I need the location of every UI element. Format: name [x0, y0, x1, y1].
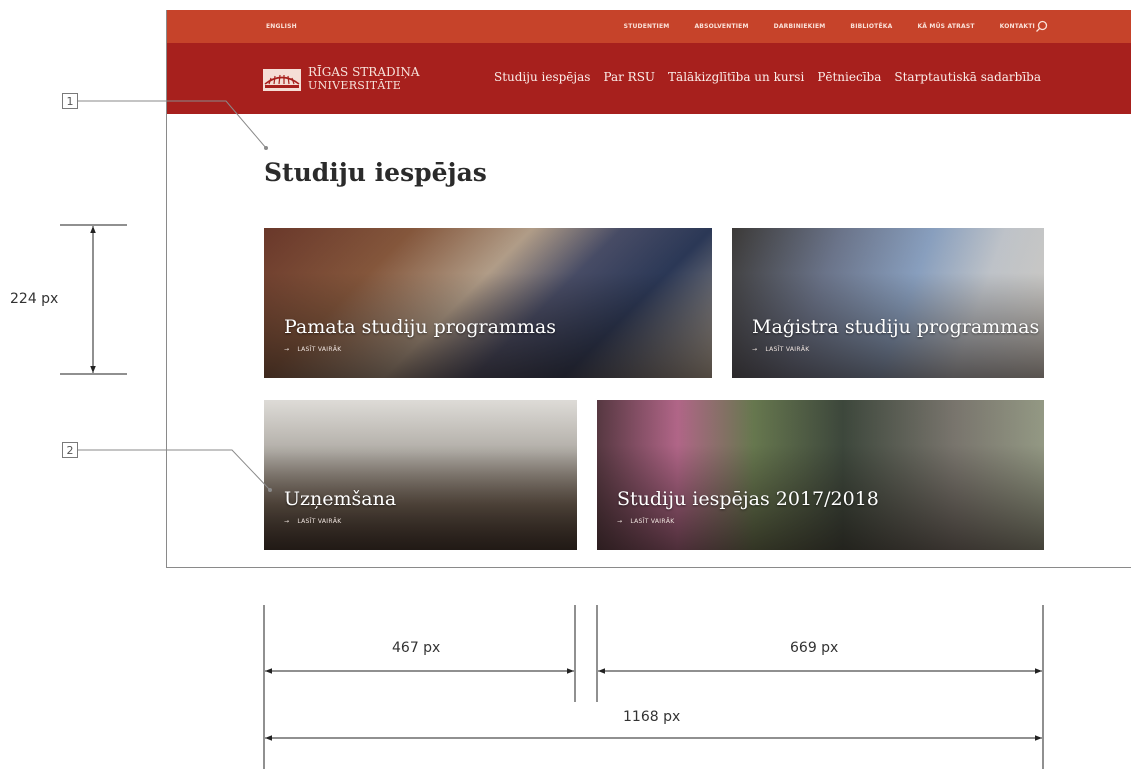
website-mockup: ENGLISH STUDENTIEM ABSOLVENTIEM DARBINIE…	[166, 10, 1131, 568]
width-small-label: 467 px	[392, 640, 441, 656]
page-title: Studiju iespējas	[264, 158, 487, 187]
card-uznemsana[interactable]: Uzņemšana → LASĪT VAIRĀK	[264, 400, 577, 550]
main-navigation: RĪGAS STRADIŅA UNIVERSITĀTE Studiju iesp…	[167, 43, 1131, 114]
nav-item-studiju-iespejas[interactable]: Studiju iespējas	[494, 70, 590, 84]
card-title: Uzņemšana	[284, 488, 397, 510]
utility-link-darbiniekiem[interactable]: DARBINIEKIEM	[774, 23, 826, 30]
utility-link-studentiem[interactable]: STUDENTIEM	[624, 23, 670, 30]
read-more-label: LASĪT VAIRĀK	[297, 346, 342, 353]
nav-item-petnieciba[interactable]: Pētniecība	[817, 70, 881, 84]
card-studiju-iespejas-2017[interactable]: Studiju iespējas 2017/2018 → LASĪT VAIRĀK	[597, 400, 1044, 550]
utility-link-ka-mus-atrast[interactable]: KĀ MŪS ATRAST	[917, 23, 974, 30]
read-more-link[interactable]: → LASĪT VAIRĀK	[617, 518, 674, 525]
read-more-label: LASĪT VAIRĀK	[765, 346, 810, 353]
card-title: Pamata studiju programmas	[284, 316, 557, 338]
arrow-right-icon: →	[284, 518, 290, 525]
card-image-overlay	[732, 228, 1044, 378]
card-image-overlay	[264, 228, 712, 378]
read-more-label: LASĪT VAIRĀK	[630, 518, 675, 525]
read-more-label: LASĪT VAIRĀK	[297, 518, 342, 525]
utility-links: STUDENTIEM ABSOLVENTIEM DARBINIEKIEM BIB…	[599, 10, 1131, 43]
arrow-right-icon: →	[284, 346, 290, 353]
width-total-label: 1168 px	[623, 709, 681, 725]
utility-link-absolventiem[interactable]: ABSOLVENTIEM	[694, 23, 748, 30]
primary-menu: Studiju iespējas Par RSU Tālākizglītība …	[481, 70, 1041, 84]
card-image-overlay	[264, 400, 577, 550]
card-image-overlay	[597, 400, 1044, 550]
logo-text-line2: UNIVERSITĀTE	[308, 79, 402, 92]
width-large-label: 669 px	[790, 640, 839, 656]
card-title: Studiju iespējas 2017/2018	[617, 488, 879, 510]
logo-text-line1: RĪGAS STRADIŅA	[308, 65, 420, 79]
nav-item-talakizglitiba[interactable]: Tālākizglītība un kursi	[668, 70, 804, 84]
university-logo[interactable]: RĪGAS STRADIŅA UNIVERSITĀTE	[263, 64, 433, 94]
top-utility-bar: ENGLISH STUDENTIEM ABSOLVENTIEM DARBINIE…	[167, 10, 1131, 43]
search-icon[interactable]	[1035, 20, 1048, 33]
read-more-link[interactable]: → LASĪT VAIRĀK	[752, 346, 809, 353]
utility-link-biblioteka[interactable]: BIBLIOTĒKA	[850, 23, 892, 30]
utility-link-kontakti[interactable]: KONTAKTI	[1000, 23, 1035, 30]
height-label: 224 px	[10, 291, 59, 307]
logo-emblem-icon	[263, 69, 301, 91]
read-more-link[interactable]: → LASĪT VAIRĀK	[284, 346, 341, 353]
read-more-link[interactable]: → LASĪT VAIRĀK	[284, 518, 341, 525]
callout-2-box: 2	[62, 442, 78, 458]
nav-item-starptautiska-sadarbiba[interactable]: Starptautiskā sadarbība	[894, 70, 1041, 84]
nav-item-par-rsu[interactable]: Par RSU	[603, 70, 655, 84]
card-magistra-studiju[interactable]: Maģistra studiju programmas → LASĪT VAIRĀ…	[732, 228, 1044, 378]
callout-1-box: 1	[62, 93, 78, 109]
card-pamata-studiju[interactable]: Pamata studiju programmas → LASĪT VAIRĀK	[264, 228, 712, 378]
language-switch-link[interactable]: ENGLISH	[266, 23, 297, 30]
arrow-right-icon: →	[617, 518, 623, 525]
card-title: Maģistra studiju programmas	[752, 316, 1040, 338]
arrow-right-icon: →	[752, 346, 758, 353]
